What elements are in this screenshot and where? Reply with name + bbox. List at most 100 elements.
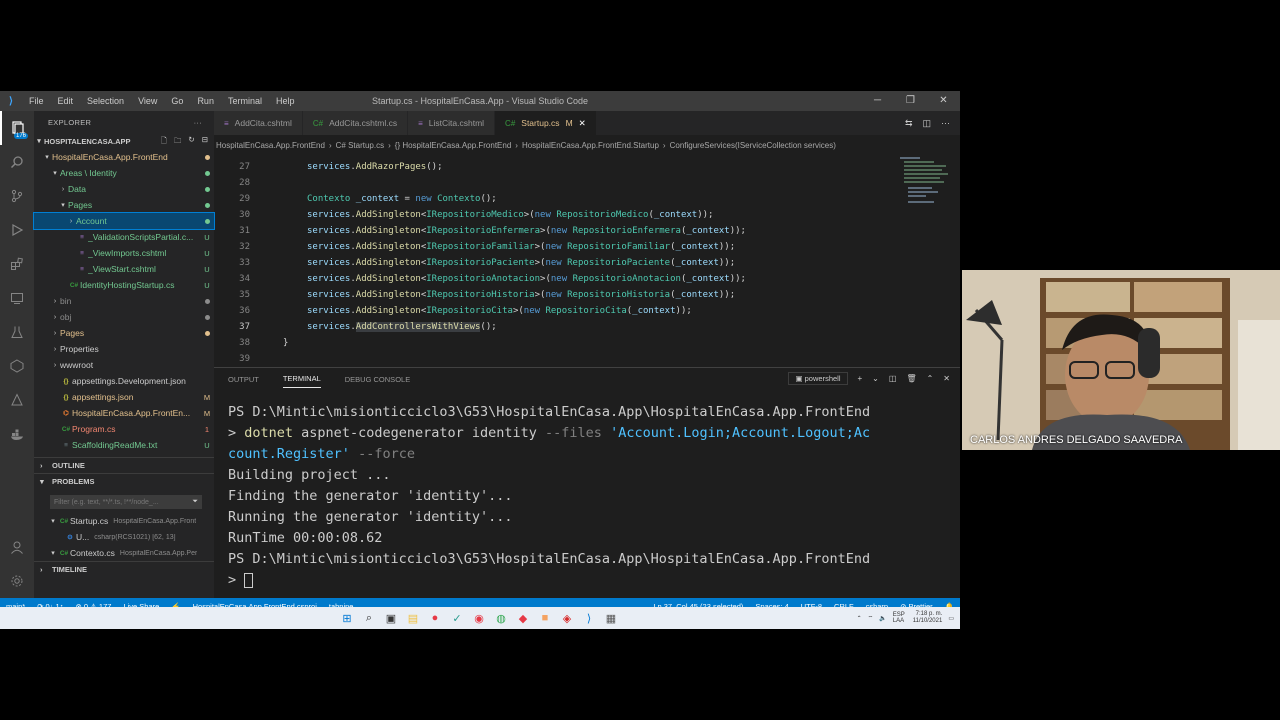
app-icon[interactable]: ■ bbox=[534, 607, 556, 629]
split-editor-icon[interactable]: ◫ bbox=[922, 118, 931, 129]
tab-addcita-cshtml[interactable]: ≡ AddCita.cshtml bbox=[214, 111, 303, 135]
workspace-root[interactable]: ▾ HOSPITALENCASA.APP 🗋 🗀 ↻ ⊟ bbox=[34, 133, 214, 149]
menu-item-run[interactable]: Run bbox=[190, 96, 221, 106]
minimize-icon[interactable]: ─ bbox=[861, 91, 894, 111]
app-icon[interactable]: ◉ bbox=[468, 607, 490, 629]
tree-item[interactable]: › wwwroot bbox=[34, 357, 214, 373]
menu-item-file[interactable]: File bbox=[22, 96, 51, 106]
terminal[interactable]: PS D:\Mintic\misionticciclo3\G53\Hospita… bbox=[228, 402, 948, 591]
task-view-icon[interactable]: ▣ bbox=[380, 607, 402, 629]
code-editor[interactable]: 26{27services.AddRazorPages();2829Contex… bbox=[214, 155, 960, 363]
tree-item[interactable]: › Properties bbox=[34, 341, 214, 357]
tree-item[interactable]: ≡ ScaffoldingReadMe.txt U bbox=[34, 437, 214, 453]
chrome-icon[interactable]: ◍ bbox=[490, 607, 512, 629]
tree-item[interactable]: › Pages bbox=[34, 325, 214, 341]
tree-item[interactable]: ≡ _ViewImports.cshtml U bbox=[34, 245, 214, 261]
filter-icon[interactable]: ⏷ bbox=[192, 498, 198, 506]
tree-item[interactable]: C# IdentityHostingStartup.cs U bbox=[34, 277, 214, 293]
app-icon[interactable]: ◆ bbox=[512, 607, 534, 629]
volume-icon[interactable]: 🔈 bbox=[879, 615, 886, 622]
remote-explorer-icon[interactable] bbox=[0, 281, 34, 315]
close-icon[interactable]: ✕ bbox=[927, 91, 960, 111]
network-icon[interactable]: ⌔ bbox=[868, 614, 874, 622]
tab-addcita-cshtml-cs[interactable]: C# AddCita.cshtml.cs bbox=[302, 111, 409, 135]
gitlens-icon[interactable] bbox=[0, 349, 34, 383]
close-icon[interactable]: ✕ bbox=[579, 118, 586, 129]
split-terminal-icon[interactable]: ◫ bbox=[889, 374, 897, 383]
more-actions-icon[interactable]: ··· bbox=[941, 118, 950, 128]
menu-item-go[interactable]: Go bbox=[164, 96, 190, 106]
clock[interactable]: 7:18 p. m. 11/10/2021 bbox=[913, 611, 943, 625]
app-icon[interactable]: ◈ bbox=[556, 607, 578, 629]
search-icon[interactable] bbox=[0, 145, 34, 179]
maximize-panel-icon[interactable]: ⌃ bbox=[927, 374, 934, 383]
tree-item[interactable]: ⌬ HospitalEnCasa.App.FrontEn... M bbox=[34, 405, 214, 421]
windows-start-icon[interactable]: ⊞ bbox=[336, 607, 358, 629]
breadcrumb-item[interactable]: HospitalEnCasa.App.FrontEnd.Startup bbox=[522, 141, 659, 150]
breadcrumb-item[interactable]: HospitalEnCasa.App.FrontEnd bbox=[216, 141, 325, 150]
chevron-down-icon[interactable]: ⌄ bbox=[872, 374, 879, 383]
close-panel-icon[interactable]: ✕ bbox=[943, 374, 950, 383]
refresh-icon[interactable]: ↻ bbox=[188, 135, 194, 148]
tree-item[interactable]: {} appsettings.json M bbox=[34, 389, 214, 405]
account-icon[interactable] bbox=[0, 530, 34, 564]
notifications-icon[interactable]: ▭ bbox=[948, 615, 954, 622]
tree-item[interactable]: {} appsettings.Development.json bbox=[34, 373, 214, 389]
problems-section[interactable]: ▾ PROBLEMS bbox=[34, 473, 214, 489]
new-file-icon[interactable]: 🗋 bbox=[161, 135, 167, 148]
problems-filter-input[interactable]: Filter (e.g. text, **/*.ts, !**/node_...… bbox=[50, 495, 202, 509]
tree-item[interactable]: ▾ HospitalEnCasa.App.FrontEnd bbox=[34, 149, 214, 165]
search-icon[interactable]: ⌕ bbox=[358, 607, 380, 629]
run-debug-icon[interactable] bbox=[0, 213, 34, 247]
problem-item[interactable]: ▾ C# Startup.cs HospitalEnCasa.App.Front bbox=[34, 513, 214, 529]
file-explorer-icon[interactable]: ▤ bbox=[402, 607, 424, 629]
tree-item[interactable]: ▾ Pages bbox=[34, 197, 214, 213]
language-indicator[interactable]: ESP LAA bbox=[893, 612, 907, 624]
terminal-prompt-line[interactable]: > bbox=[228, 570, 948, 591]
tree-item[interactable]: › Data bbox=[34, 181, 214, 197]
problem-item[interactable]: ▾ C# Contexto.cs HospitalEnCasa.App.Per bbox=[34, 545, 214, 561]
calculator-icon[interactable]: ▦ bbox=[600, 607, 622, 629]
breadcrumb-item[interactable]: {} HospitalEnCasa.App.FrontEnd bbox=[395, 141, 512, 150]
menu-item-view[interactable]: View bbox=[131, 96, 164, 106]
app-icon[interactable]: ✓ bbox=[446, 607, 468, 629]
breadcrumb-item[interactable]: C# Startup.cs bbox=[336, 141, 384, 150]
compare-changes-icon[interactable]: ⇆ bbox=[905, 118, 913, 129]
panel-tab-debug-console[interactable]: DEBUG CONSOLE bbox=[345, 371, 410, 388]
outline-section[interactable]: › OUTLINE bbox=[34, 457, 214, 473]
explorer-icon[interactable]: 176 bbox=[0, 111, 34, 145]
trash-icon[interactable]: 🗑 bbox=[906, 374, 916, 383]
tree-item[interactable]: ≡ _ViewStart.cshtml U bbox=[34, 261, 214, 277]
app-icon[interactable]: ● bbox=[424, 607, 446, 629]
vscode-icon[interactable]: ⟩ bbox=[578, 607, 600, 629]
tree-item[interactable]: C# Program.cs 1 bbox=[34, 421, 214, 437]
timeline-section[interactable]: › TIMELINE bbox=[34, 561, 214, 577]
docker-icon[interactable] bbox=[0, 417, 34, 451]
settings-gear-icon[interactable] bbox=[0, 564, 34, 598]
tab-listcita-cshtml[interactable]: ≡ ListCita.cshtml bbox=[408, 111, 496, 135]
tab-startup-cs[interactable]: C# Startup.cs M ✕ bbox=[495, 111, 597, 135]
panel-tab-terminal[interactable]: TERMINAL bbox=[282, 370, 321, 388]
azure-icon[interactable] bbox=[0, 383, 34, 417]
source-control-icon[interactable] bbox=[0, 179, 34, 213]
problem-item[interactable]: ⊙ U... csharp(RCS1021) [62, 13] bbox=[34, 529, 214, 545]
menu-item-help[interactable]: Help bbox=[269, 96, 302, 106]
menu-item-selection[interactable]: Selection bbox=[80, 96, 131, 106]
testing-icon[interactable] bbox=[0, 315, 34, 349]
new-folder-icon[interactable]: 🗀 bbox=[174, 135, 182, 148]
new-terminal-icon[interactable]: + bbox=[858, 374, 863, 383]
tree-item[interactable]: › obj bbox=[34, 309, 214, 325]
panel-tab-output[interactable]: OUTPUT bbox=[228, 371, 259, 388]
menu-item-edit[interactable]: Edit bbox=[51, 96, 81, 106]
tree-item[interactable]: › Account bbox=[33, 212, 215, 230]
terminal-shell-select[interactable]: ▣ powershell bbox=[788, 372, 848, 385]
restore-icon[interactable]: ❐ bbox=[894, 91, 927, 111]
breadcrumb-item[interactable]: ConfigureServices(IServiceCollection ser… bbox=[670, 141, 836, 150]
more-actions-icon[interactable]: ··· bbox=[194, 118, 202, 127]
menu-item-terminal[interactable]: Terminal bbox=[221, 96, 269, 106]
extensions-icon[interactable] bbox=[0, 247, 34, 281]
tree-item[interactable]: › bin bbox=[34, 293, 214, 309]
collapse-all-icon[interactable]: ⊟ bbox=[202, 135, 208, 148]
tree-item[interactable]: ▾ Areas \ Identity bbox=[34, 165, 214, 181]
tray-chevron-icon[interactable]: ⌃ bbox=[857, 615, 862, 622]
